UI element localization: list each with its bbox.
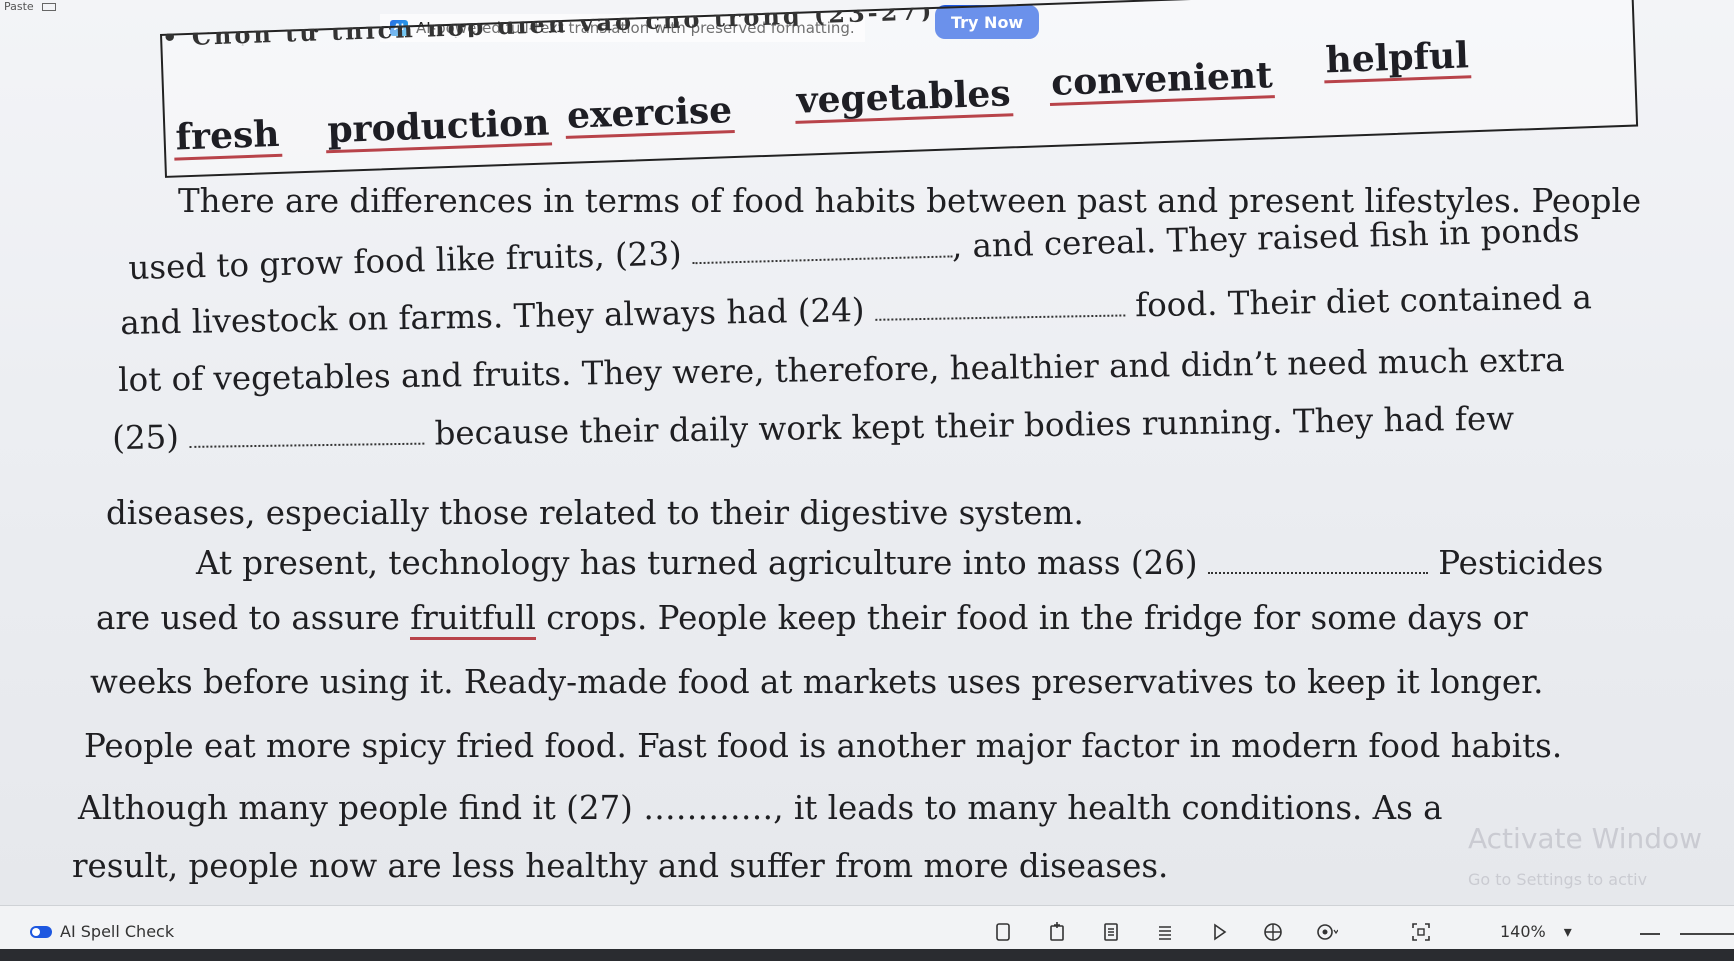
word-convenient: convenient bbox=[1048, 54, 1276, 106]
text-lines-icon[interactable] bbox=[1147, 918, 1183, 946]
status-bar: AI Spell Check 140% ▾ bbox=[0, 905, 1734, 961]
page-icon[interactable] bbox=[985, 918, 1021, 946]
view-toolbar bbox=[985, 918, 1457, 946]
zoom-control[interactable]: 140% ▾ bbox=[1500, 922, 1572, 941]
misspelled-word-fruitfull[interactable]: fruitfull bbox=[410, 599, 536, 640]
insert-page-icon[interactable] bbox=[1039, 918, 1075, 946]
blank-26 bbox=[1207, 566, 1428, 574]
spell-check-label: AI Spell Check bbox=[60, 922, 175, 941]
passage-line: At present, technology has turned agricu… bbox=[196, 544, 1604, 582]
clipboard-icon bbox=[41, 3, 56, 11]
passage-line: Although many people find it (27) …………, … bbox=[78, 789, 1443, 827]
zoom-slider[interactable] bbox=[1680, 933, 1734, 935]
passage-line: used to grow food like fruits, (23) , an… bbox=[127, 211, 1580, 287]
passage-line: lot of vegetables and fruits. They were,… bbox=[117, 340, 1565, 399]
taskbar-edge bbox=[0, 949, 1734, 961]
word-vegetables: vegetables bbox=[794, 72, 1014, 124]
fit-screen-icon[interactable] bbox=[1403, 918, 1439, 946]
blank-25 bbox=[189, 436, 425, 448]
chevron-down-icon: ▾ bbox=[1563, 922, 1572, 941]
blank-27: ………… bbox=[643, 789, 774, 827]
word-production: production bbox=[324, 101, 553, 154]
activate-windows-subtext: Go to Settings to activ bbox=[1468, 870, 1648, 889]
document-page: Paste AI AI-powered full-text translatio… bbox=[0, 0, 1734, 905]
passage-line: are used to assure fruitfull crops. Peop… bbox=[96, 599, 1528, 640]
paste-label[interactable]: Paste bbox=[4, 0, 56, 13]
toggle-icon bbox=[30, 925, 52, 938]
zoom-value: 140% bbox=[1500, 922, 1546, 941]
play-icon[interactable] bbox=[1201, 918, 1237, 946]
word-fresh: fresh bbox=[172, 113, 283, 161]
blank-24 bbox=[874, 308, 1126, 321]
passage-line: result, people now are less healthy and … bbox=[72, 847, 1169, 885]
passage-line: People eat more spicy fried food. Fast f… bbox=[84, 727, 1563, 765]
word-exercise: exercise bbox=[564, 89, 735, 139]
activate-windows-watermark: Activate Window bbox=[1468, 822, 1703, 855]
passage-line: and livestock on farms. They always had … bbox=[119, 278, 1593, 342]
word-helpful: helpful bbox=[1323, 34, 1472, 84]
word-bank-box: • Chọn từ thích hợp điền vào chỗ trống (… bbox=[160, 0, 1639, 178]
passage-line: weeks before using it. Ready-made food a… bbox=[90, 663, 1544, 701]
passage-line: diseases, especially those related to th… bbox=[106, 494, 1084, 532]
passage-line: (25) because their daily work kept their… bbox=[111, 399, 1515, 457]
zoom-out-icon[interactable] bbox=[1640, 933, 1660, 935]
single-page-icon[interactable] bbox=[1093, 918, 1129, 946]
ai-spell-check-toggle[interactable]: AI Spell Check bbox=[30, 922, 174, 941]
globe-icon[interactable] bbox=[1255, 918, 1291, 946]
eye-icon[interactable] bbox=[1309, 918, 1345, 946]
blank-23 bbox=[692, 249, 953, 265]
